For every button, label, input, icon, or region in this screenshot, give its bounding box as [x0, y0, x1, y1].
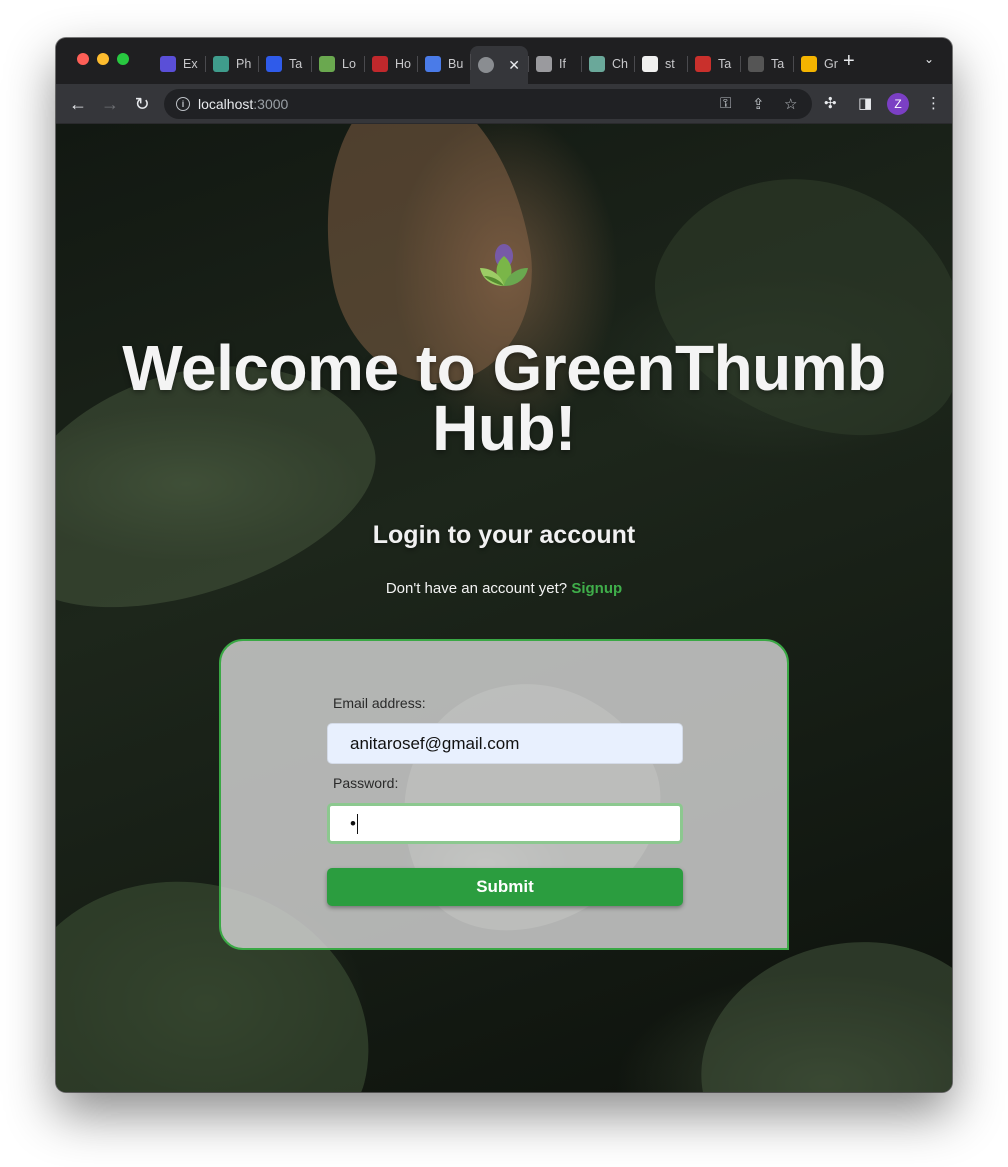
password-value: •	[350, 813, 356, 833]
password-field[interactable]: •	[327, 803, 683, 844]
more-menu-icon[interactable]: ⋮	[926, 94, 941, 112]
address-bar[interactable]: i localhost:3000 ⚿ ⇪ ☆	[164, 89, 812, 119]
github-icon	[642, 56, 658, 72]
browser-tab[interactable]: Ex	[152, 48, 205, 80]
pencil-app-icon	[160, 56, 176, 72]
shopify-bag-icon	[319, 56, 335, 72]
tab-label: st	[665, 57, 675, 71]
page-title: Welcome to GreenThumb Hub!	[122, 332, 886, 464]
browser-tab[interactable]: Gr	[793, 48, 846, 80]
tab-list: Ex Ph Ta Lo Ho Bu ✕ If Ch st Ta Ta Gr	[152, 46, 846, 84]
openai-icon	[589, 56, 605, 72]
browser-tab[interactable]: Ph	[205, 48, 258, 80]
minimize-window-button[interactable]	[97, 53, 109, 65]
browser-window: Ex Ph Ta Lo Ho Bu ✕ If Ch st Ta Ta Gr + ⌄ ← → ↻ i lo…	[56, 38, 952, 1092]
tab-label: Ta	[289, 57, 303, 71]
email-field[interactable]: anitarosef@gmail.com	[327, 723, 683, 764]
tab-label: Ch	[612, 57, 628, 71]
password-label: Password:	[333, 775, 399, 791]
maximize-window-button[interactable]	[117, 53, 129, 65]
submit-button[interactable]: Submit	[327, 868, 683, 906]
browser-tab[interactable]: Ho	[364, 48, 417, 80]
email-value: anitarosef@gmail.com	[350, 733, 520, 753]
key-icon[interactable]: ⚿	[720, 95, 731, 112]
tab-strip: Ex Ph Ta Lo Ho Bu ✕ If Ch st Ta Ta Gr + ⌄	[56, 38, 952, 84]
profile-avatar[interactable]: Z	[887, 93, 909, 115]
browser-tab[interactable]: Ch	[581, 48, 634, 80]
signup-link[interactable]: Signup	[571, 580, 622, 597]
apple-icon	[536, 56, 552, 72]
close-tab-icon[interactable]: ✕	[508, 57, 520, 74]
info-icon[interactable]: i	[176, 97, 190, 111]
tab-label: Ex	[183, 57, 198, 71]
tab-label: Ta	[771, 57, 785, 71]
share-icon[interactable]: ⇪	[752, 95, 765, 113]
signup-prompt-text: Don't have an account yet?	[385, 580, 568, 597]
tab-label: If	[559, 57, 566, 71]
back-arrow-icon[interactable]: ←	[66, 92, 90, 116]
browser-tab[interactable]: ✕	[470, 46, 528, 84]
lotus-logo-icon	[480, 244, 528, 286]
swirl-app-icon	[266, 56, 282, 72]
url-text: localhost:3000	[198, 96, 289, 112]
tab-label: Ta	[718, 57, 732, 71]
forward-arrow-icon[interactable]: →	[98, 92, 122, 116]
browser-tab[interactable]: st	[634, 48, 687, 80]
extensions-puzzle-icon[interactable]: ✣	[824, 94, 837, 112]
browser-tab[interactable]: Ta	[687, 48, 740, 80]
browser-tab[interactable]: Bu	[417, 48, 470, 80]
tab-label: Bu	[448, 57, 464, 71]
browser-toolbar: ← → ↻ i localhost:3000 ⚿ ⇪ ☆ ✣ ◨ Z ⋮	[56, 84, 952, 124]
star-icon[interactable]: ☆	[784, 95, 797, 113]
login-page: Welcome to GreenThumb Hub! Login to your…	[56, 124, 952, 1092]
tab-search-chevron-icon[interactable]: ⌄	[924, 52, 934, 66]
reload-icon[interactable]: ↻	[130, 92, 154, 116]
browser-tab[interactable]: If	[528, 48, 581, 80]
browser-tab[interactable]: Ta	[740, 48, 793, 80]
tab-label: Lo	[342, 57, 356, 71]
code-icon	[695, 56, 711, 72]
tab-label: Ho	[395, 57, 411, 71]
new-tab-button[interactable]: +	[843, 51, 855, 71]
close-window-button[interactable]	[77, 53, 89, 65]
browser-tab[interactable]: Ta	[258, 48, 311, 80]
email-label: Email address:	[333, 695, 426, 711]
browser-tab[interactable]: Lo	[311, 48, 364, 80]
text-caret	[356, 813, 358, 834]
circle-app-icon	[425, 56, 441, 72]
slides-icon	[801, 56, 817, 72]
tab-label: Gr	[824, 57, 838, 71]
tab-label: Ph	[236, 57, 252, 71]
globe-icon	[478, 57, 494, 73]
signup-prompt: Don't have an account yet? Signup	[56, 580, 952, 597]
page-subtitle: Login to your account	[372, 521, 636, 549]
login-form: Email address: anitarosef@gmail.com Pass…	[219, 639, 789, 950]
side-panel-icon[interactable]: ◨	[858, 94, 872, 112]
hub-badge-icon	[372, 56, 388, 72]
p-app-icon	[213, 56, 229, 72]
ui-text-icon	[748, 56, 764, 72]
